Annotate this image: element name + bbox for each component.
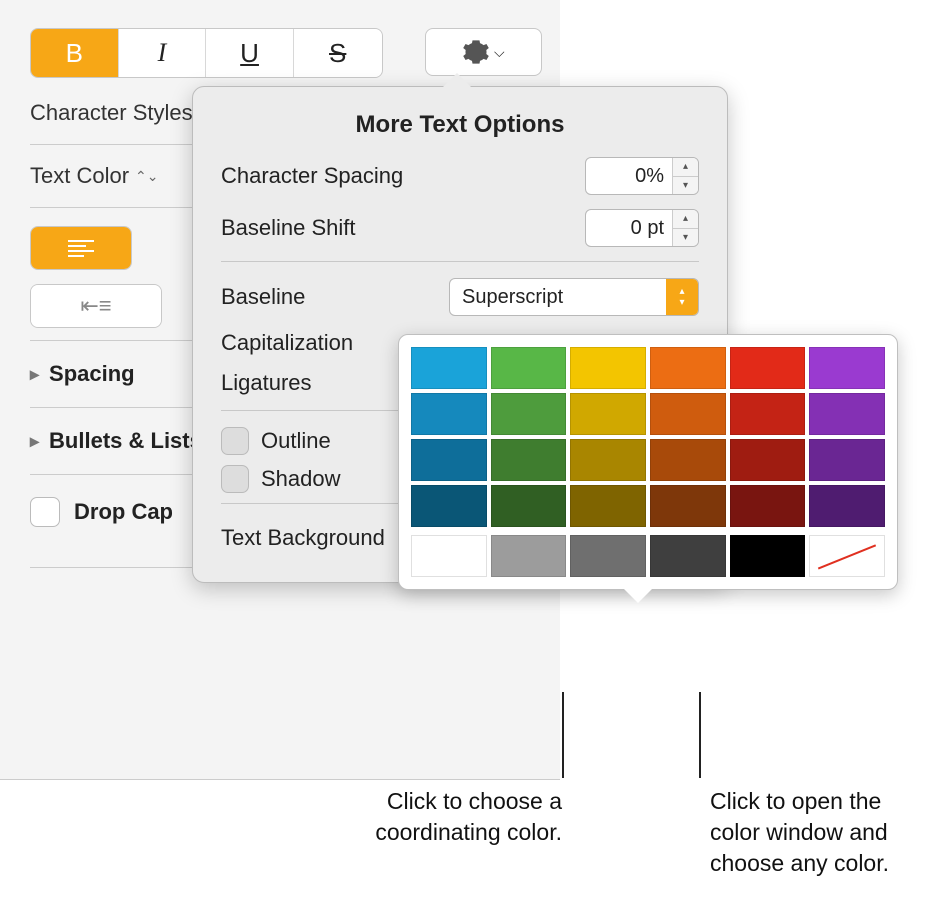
color-swatch[interactable] (411, 439, 487, 481)
callout-text: color window and (710, 817, 930, 848)
disclosure-right-icon: ▸ (30, 364, 39, 385)
callout-color-window: Click to open the color window and choos… (710, 786, 930, 879)
color-swatch[interactable] (411, 347, 487, 389)
spacing-label: Spacing (49, 361, 135, 387)
divider (0, 779, 560, 780)
callout-text: Click to open the (710, 786, 930, 817)
callout-text: coordinating color. (222, 817, 562, 848)
baseline-shift-field[interactable]: 0 pt ▴▾ (585, 209, 699, 247)
outdent-button[interactable]: ⇤≡ (31, 285, 161, 327)
strikethrough-button[interactable]: S (294, 29, 382, 77)
stepper-up-icon[interactable]: ▴ (673, 210, 698, 229)
color-swatch[interactable] (730, 439, 806, 481)
color-picker-popover (398, 334, 898, 590)
color-swatch[interactable] (570, 393, 646, 435)
color-swatch[interactable] (730, 393, 806, 435)
baseline-value: Superscript (462, 286, 563, 309)
color-swatch-grid (411, 347, 885, 527)
stepper-down-icon[interactable]: ▾ (673, 177, 698, 195)
italic-button[interactable]: I (119, 29, 207, 77)
color-swatch[interactable] (570, 485, 646, 527)
baseline-select[interactable]: Superscript ▴▾ (449, 278, 699, 316)
color-swatch[interactable] (650, 439, 726, 481)
char-spacing-label: Character Spacing (221, 163, 403, 189)
char-spacing-field[interactable]: 0% ▴▾ (585, 157, 699, 195)
callout-text: choose any color. (710, 848, 930, 879)
color-swatch[interactable] (491, 347, 567, 389)
color-swatch[interactable] (491, 535, 567, 577)
color-swatch[interactable] (570, 439, 646, 481)
baseline-label: Baseline (221, 284, 305, 310)
underline-button[interactable]: U (206, 29, 294, 77)
align-left-button[interactable] (31, 227, 131, 269)
callout-leader-left (562, 692, 564, 778)
color-swatch[interactable] (650, 393, 726, 435)
stepper-up-icon[interactable]: ▴ (673, 158, 698, 177)
color-swatch[interactable] (411, 535, 487, 577)
dropcap-checkbox[interactable] (30, 497, 60, 527)
text-style-segment: B I U S (30, 28, 383, 78)
gear-icon (462, 38, 490, 66)
color-swatch[interactable] (650, 485, 726, 527)
align-left-icon (68, 240, 94, 257)
chevron-down-icon: ⌵ (494, 44, 505, 61)
capitalization-label: Capitalization (221, 330, 353, 356)
alignment-segment (30, 226, 132, 270)
divider (221, 261, 699, 262)
color-swatch[interactable] (809, 347, 885, 389)
text-style-row: B I U S ⌵ (30, 10, 542, 78)
more-options-button[interactable]: ⌵ (425, 28, 543, 76)
neutral-swatch-row (411, 535, 885, 577)
color-swatch[interactable] (570, 535, 646, 577)
color-swatch[interactable] (411, 393, 487, 435)
chevron-down-icon: ⌃⌄ (135, 168, 158, 185)
baseline-row: Baseline Superscript ▴▾ (221, 278, 699, 316)
shadow-checkbox[interactable] (221, 465, 249, 493)
shadow-label: Shadow (261, 466, 341, 492)
color-swatch[interactable] (650, 535, 726, 577)
color-swatch[interactable] (570, 347, 646, 389)
dropcap-label: Drop Cap (74, 499, 173, 525)
color-swatch[interactable] (730, 347, 806, 389)
outdent-icon: ⇤≡ (80, 293, 111, 319)
baseline-shift-row: Baseline Shift 0 pt ▴▾ (221, 209, 699, 247)
callout-text: Click to choose a (222, 786, 562, 817)
color-swatch[interactable] (809, 439, 885, 481)
no-color-swatch[interactable] (809, 535, 885, 577)
baseline-shift-value: 0 pt (586, 217, 672, 240)
color-swatch[interactable] (809, 485, 885, 527)
callout-coordinating-color: Click to choose a coordinating color. (222, 786, 562, 848)
color-swatch[interactable] (491, 393, 567, 435)
color-swatch[interactable] (411, 485, 487, 527)
select-arrows-icon: ▴▾ (666, 279, 698, 315)
bold-button[interactable]: B (31, 29, 119, 77)
stepper-down-icon[interactable]: ▾ (673, 229, 698, 247)
baseline-shift-stepper[interactable]: ▴▾ (672, 210, 698, 246)
outline-label: Outline (261, 428, 331, 454)
bullets-label: Bullets & Lists (49, 428, 202, 454)
popover-title: More Text Options (221, 111, 699, 139)
outline-checkbox[interactable] (221, 427, 249, 455)
text-background-label: Text Background (221, 525, 385, 551)
color-swatch[interactable] (491, 439, 567, 481)
ligatures-label: Ligatures (221, 370, 312, 396)
char-spacing-row: Character Spacing 0% ▴▾ (221, 157, 699, 195)
char-spacing-stepper[interactable]: ▴▾ (672, 158, 698, 194)
text-color-text: Text Color (30, 163, 129, 189)
char-spacing-value: 0% (586, 165, 672, 188)
callout-leader-right (699, 692, 701, 778)
color-swatch[interactable] (730, 485, 806, 527)
color-swatch[interactable] (650, 347, 726, 389)
color-swatch[interactable] (809, 393, 885, 435)
color-swatch[interactable] (491, 485, 567, 527)
disclosure-right-icon: ▸ (30, 431, 39, 452)
indent-segment: ⇤≡ (30, 284, 162, 328)
baseline-shift-label: Baseline Shift (221, 215, 356, 241)
color-swatch[interactable] (730, 535, 806, 577)
